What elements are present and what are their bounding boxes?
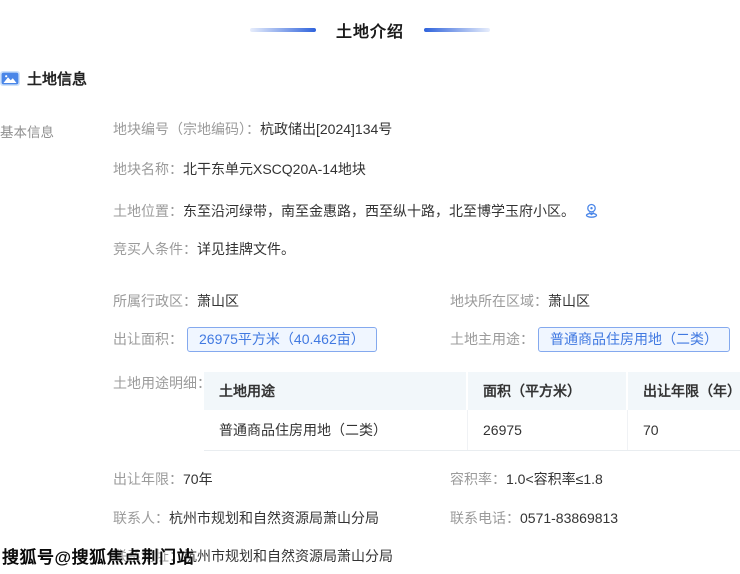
region-value: 萧山区: [548, 293, 590, 309]
far-value: 1.0<容积率≤1.8: [506, 471, 603, 487]
section-title: 土地信息: [27, 68, 87, 89]
field-term: 出让年限：70年: [113, 471, 213, 487]
use-table-header-area: 面积（平方米）: [468, 372, 628, 410]
field-district: 所属行政区：萧山区: [113, 293, 239, 309]
use-detail-label: 土地用途明细：: [113, 375, 211, 392]
field-row-district: 所属行政区：萧山区 地块所在区域：萧山区: [113, 293, 239, 310]
section-header: 土地信息: [0, 69, 87, 87]
district-label: 所属行政区：: [113, 293, 197, 309]
use-table-cell-area: 26975: [468, 410, 628, 450]
use-table-header-term: 出让年限（年）: [628, 372, 740, 410]
use-table-cell-use: 普通商品住房用地（二类）: [204, 410, 468, 450]
title-decor-line-left: [250, 28, 316, 32]
map-pin-icon[interactable]: [583, 202, 600, 219]
field-row-area-use: 出让面积：26975平方米（40.462亩） 土地主用途：普通商品住房用地（二类…: [113, 326, 377, 352]
district-value: 萧山区: [197, 293, 239, 309]
location-value: 东至沿河绿带，南至金惠路，西至纵十路，北至博学玉府小区。: [183, 203, 575, 219]
image-icon: [0, 71, 20, 86]
field-contact-phone: 联系电话：0571-83869813: [450, 510, 618, 527]
page-title-bar: 土地介绍: [0, 20, 740, 40]
phone-value: 0571-83869813: [520, 510, 618, 526]
title-decor-line-right: [424, 28, 490, 32]
location-label: 土地位置：: [113, 203, 183, 219]
field-area: 出让面积：26975平方米（40.462亩）: [113, 327, 377, 352]
term-label: 出让年限：: [113, 471, 183, 487]
field-row-contact: 联系人：杭州市规划和自然资源局萧山分局 联系电话：0571-83869813: [113, 510, 379, 527]
group-label-basic-info: 基本信息: [0, 121, 54, 141]
page-title: 土地介绍: [336, 18, 404, 42]
use-table-header-row: 土地用途 面积（平方米） 出让年限（年）: [204, 372, 740, 410]
plot-code-label: 地块编号（宗地编码）：: [113, 121, 260, 137]
land-intro-page: { "header": { "title": "土地介绍" }, "sectio…: [0, 0, 740, 574]
use-table-row: 普通商品住房用地（二类） 26975 70: [204, 410, 740, 451]
field-plot-code: 地块编号（宗地编码）：杭政储出[2024]134号: [113, 121, 392, 138]
contact-value: 杭州市规划和自然资源局萧山分局: [169, 510, 379, 526]
plot-code-value: 杭政储出[2024]134号: [260, 121, 392, 137]
field-row-term-far: 出让年限：70年 容积率：1.0<容积率≤1.8: [113, 471, 213, 488]
plot-name-label: 地块名称：: [113, 161, 183, 177]
term-value: 70年: [183, 471, 213, 487]
main-use-label: 土地主用途：: [450, 331, 534, 348]
plot-name-value: 北干东单元XSCQ20A-14地块: [183, 161, 366, 177]
use-detail-table: 土地用途 面积（平方米） 出让年限（年） 普通商品住房用地（二类） 26975 …: [204, 372, 740, 451]
region-label: 地块所在区域：: [450, 293, 548, 309]
field-plot-name: 地块名称：北干东单元XSCQ20A-14地块: [113, 161, 366, 178]
field-far: 容积率：1.0<容积率≤1.8: [450, 471, 603, 488]
far-label: 容积率：: [450, 471, 506, 487]
main-use-value-tag: 普通商品住房用地（二类）: [538, 327, 730, 352]
field-location: 土地位置：东至沿河绿带，南至金惠路，西至纵十路，北至博学玉府小区。: [113, 202, 600, 220]
address-value: 杭州市规划和自然资源局萧山分局: [183, 548, 393, 564]
bidder-condition-label: 竞买人条件：: [113, 241, 197, 257]
use-table-cell-term: 70: [628, 410, 740, 450]
area-label: 出让面积：: [113, 331, 183, 348]
area-value-tag: 26975平方米（40.462亩）: [187, 327, 377, 352]
field-main-use: 土地主用途：普通商品住房用地（二类）: [450, 326, 730, 352]
contact-label: 联系人：: [113, 510, 169, 526]
use-table-header-use: 土地用途: [204, 372, 468, 410]
phone-label: 联系电话：: [450, 510, 520, 526]
field-region: 地块所在区域：萧山区: [450, 293, 590, 310]
sohu-watermark: 搜狐号@搜狐焦点荆门站: [2, 543, 194, 568]
field-bidder-condition: 竞买人条件：详见挂牌文件。: [113, 241, 295, 258]
bidder-condition-value: 详见挂牌文件。: [197, 241, 295, 257]
field-contact-person: 联系人：杭州市规划和自然资源局萧山分局: [113, 510, 379, 526]
